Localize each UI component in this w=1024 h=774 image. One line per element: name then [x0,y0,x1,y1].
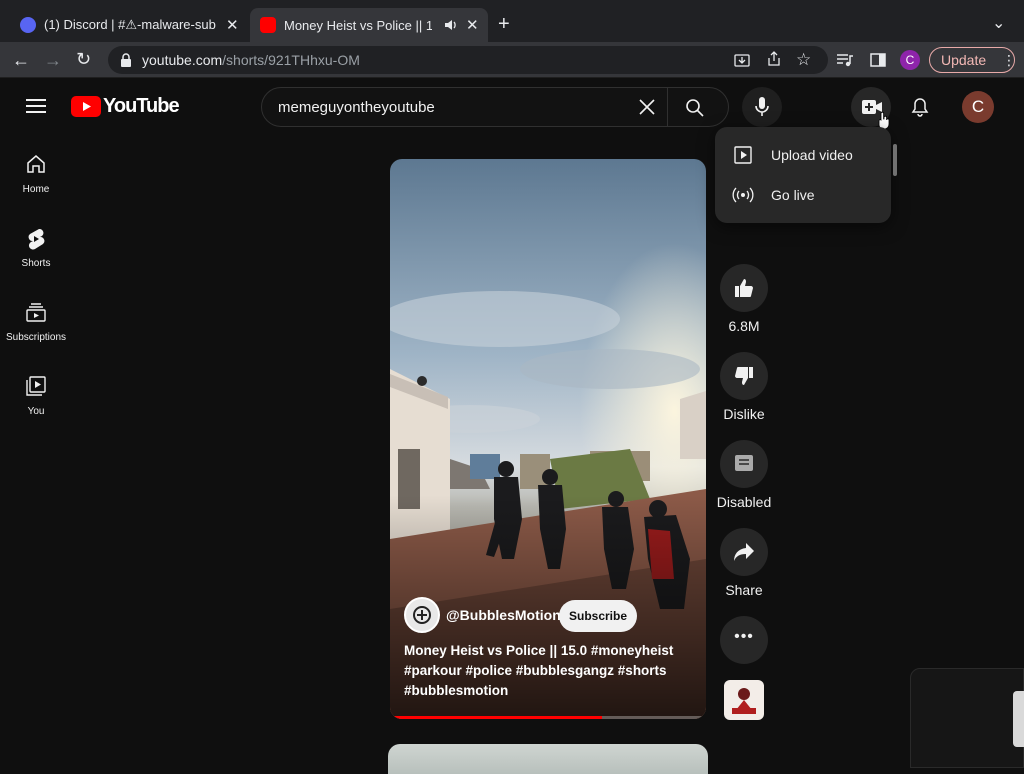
share-page-icon[interactable] [766,51,782,67]
tab-money-heist[interactable]: Money Heist vs Police || 15 ✕ [250,8,488,42]
media-queue-icon[interactable] [836,52,854,68]
mini-panel-handle[interactable] [1013,691,1024,747]
subscriptions-icon [26,303,46,322]
comments-button[interactable] [720,440,768,488]
search-box [261,87,729,127]
user-avatar[interactable]: C [962,91,994,123]
thumbs-up-icon [735,279,753,297]
lock-icon[interactable] [120,53,132,67]
search-divider [667,88,668,126]
browser-toolbar: ← → ↻ youtube.com/shorts/921THhxu-OM ☆ C… [0,42,1024,78]
tab-title: Money Heist vs Police || 15 [284,17,432,33]
address-bar[interactable]: youtube.com/shorts/921THhxu-OM [108,46,828,74]
sound-thumbnail[interactable] [724,680,764,720]
dislike-button[interactable] [720,352,768,400]
notifications-bell-icon[interactable] [910,97,930,117]
subscribe-button[interactable]: Subscribe [559,600,637,632]
video-progress-fill [390,716,602,719]
browser-menu-icon[interactable]: ⋮ [1002,48,1016,72]
search-icon[interactable] [685,98,705,118]
hamburger-menu-icon[interactable] [26,98,46,114]
sidebar-item-home[interactable]: Home [0,146,72,220]
search-input[interactable] [278,88,618,126]
sidebar-item-subscriptions[interactable]: Subscriptions [0,294,72,368]
like-button[interactable] [720,264,768,312]
video-progress-track[interactable] [390,716,706,719]
bookmark-star-icon[interactable]: ☆ [796,50,811,70]
audio-playing-icon[interactable] [444,18,458,32]
sidebar-item-shorts[interactable]: Shorts [0,220,72,294]
more-horizontal-icon: ••• [734,628,754,645]
mini-panel [910,668,1024,768]
close-tab-icon[interactable]: ✕ [466,16,479,34]
channel-avatar[interactable] [404,597,440,633]
menu-item-upload-video[interactable]: Upload video [715,135,891,175]
video-frame [390,159,706,719]
reload-icon[interactable]: ↻ [76,49,91,69]
you-icon [26,376,46,396]
browser-tab-strip: (1) Discord | #⚠-malware-subr ✕ Money He… [0,0,1024,42]
update-button[interactable]: Update ⋮ [929,47,1016,73]
side-panel-icon[interactable] [870,52,886,68]
sidebar-item-label: Shorts [21,258,51,269]
shorts-icon [28,228,45,250]
more-actions-button[interactable]: ••• [720,616,768,664]
sidebar-item-label: Home [22,184,50,195]
new-tab-icon[interactable]: + [498,14,510,34]
url-text: youtube.com/shorts/921THhxu-OM [142,52,360,68]
sidebar-item-label: You [27,406,45,417]
channel-name[interactable]: @BubblesMotion [446,607,561,623]
update-label: Update [941,52,987,68]
video-caption: Money Heist vs Police || 15.0 #moneyheis… [404,643,674,698]
create-menu: Upload video Go live [715,127,891,223]
like-count: 6.8M [728,318,760,334]
channel-logo-icon [413,606,431,624]
sidebar-item-you[interactable]: You [0,368,72,442]
sound-artwork-icon [732,688,756,714]
youtube-logo-text: YouTube [103,95,180,117]
menu-item-label: Upload video [771,147,853,163]
youtube-favicon-icon [260,17,276,33]
share-label: Share [725,582,763,598]
forward-icon[interactable]: → [44,50,62,70]
install-app-icon[interactable] [734,52,750,68]
youtube-logo[interactable]: YouTube [71,95,180,118]
menu-item-label: Go live [771,187,815,203]
voice-search-button[interactable] [742,87,782,127]
discord-favicon-icon [20,17,36,33]
youtube-play-logo-icon [71,96,101,117]
share-button[interactable] [720,528,768,576]
sidebar-item-label: Subscriptions [5,332,67,343]
shorts-video-player[interactable]: @BubblesMotion Subscribe Money Heist vs … [390,159,706,719]
url-path: /shorts/921THhxu-OM [222,52,360,68]
thumbs-down-icon [735,367,753,385]
upload-video-icon [734,146,752,164]
menu-scrollbar[interactable] [893,144,897,176]
sidebar: Home Shorts Subscriptions You [0,146,72,446]
share-arrow-icon [734,543,754,561]
comments-label: Disabled [716,494,772,510]
url-host: youtube.com [142,52,223,68]
back-icon[interactable]: ← [12,50,30,70]
close-tab-icon[interactable]: ✕ [226,16,239,34]
go-live-icon [732,187,754,203]
dislike-label: Dislike [723,406,765,422]
microphone-icon [755,97,769,116]
clear-search-icon[interactable] [638,98,656,116]
tab-title: (1) Discord | #⚠-malware-subr [44,17,216,32]
profile-avatar[interactable]: C [900,50,920,70]
home-icon [27,155,45,173]
next-short-preview[interactable] [388,744,708,774]
menu-item-go-live[interactable]: Go live [715,175,891,215]
tab-search-chevron-icon[interactable]: ⌄ [992,14,1005,34]
tab-discord[interactable]: (1) Discord | #⚠-malware-subr ✕ [12,8,246,42]
comments-icon [735,455,753,471]
